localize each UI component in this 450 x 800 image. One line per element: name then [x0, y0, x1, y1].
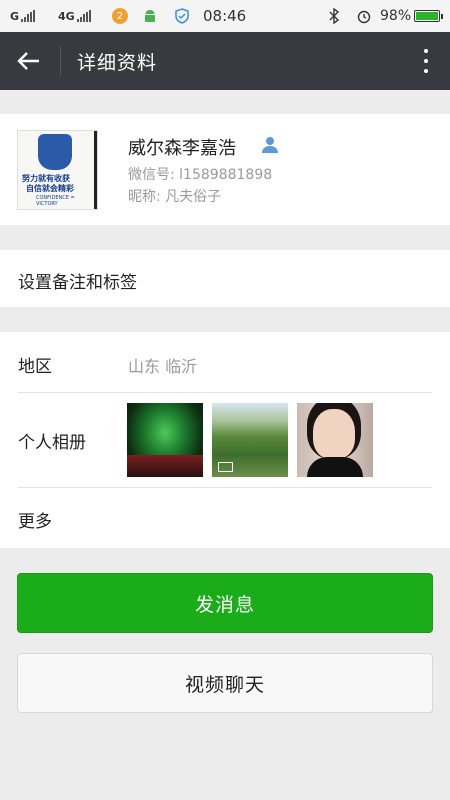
signal-sim2: 4G [58, 0, 91, 32]
title-divider [60, 46, 61, 76]
album-photo-2[interactable] [212, 403, 288, 477]
battery-icon [414, 0, 443, 32]
status-bar: G 4G 2 08:46 98% [0, 0, 450, 32]
alarm-icon [356, 0, 372, 32]
more-vertical-icon [424, 49, 428, 53]
more-label: 更多 [18, 512, 52, 532]
shield-icon [174, 0, 190, 32]
user-icon [260, 136, 280, 158]
album-label: 个人相册 [18, 433, 86, 453]
page-title: 详细资料 [77, 52, 158, 74]
battery-percent: 98% [380, 8, 412, 24]
album-photo-1[interactable] [127, 403, 203, 477]
android-icon [142, 0, 158, 32]
avatar-text-line3: CONFIDENCE = VICTORY [36, 195, 75, 207]
notification-icon: 2 [112, 0, 128, 32]
nickname: 昵称: 凡夫俗子 [128, 189, 222, 205]
notification-badge: 2 [112, 8, 128, 24]
signal-sim1: G [10, 0, 36, 32]
region-label: 地区 [18, 357, 52, 377]
title-bar: 详细资料 [0, 32, 450, 90]
wechat-id: 微信号: l1589881898 [128, 167, 273, 183]
fist-image [38, 134, 72, 170]
battery-fill [416, 12, 438, 20]
clock-time: 08:46 [203, 7, 247, 25]
avatar[interactable]: 努力就有收获 自信就会精彩 CONFIDENCE = VICTORY [17, 130, 98, 210]
avatar-edge [94, 131, 97, 209]
sim2-label: 4G [58, 9, 75, 23]
divider [18, 487, 432, 488]
set-remark-row[interactable]: 设置备注和标签 [0, 250, 450, 307]
region-value: 山东 临沂 [128, 357, 198, 376]
profile-card: 努力就有收获 自信就会精彩 CONFIDENCE = VICTORY 威尔森李嘉… [0, 114, 450, 225]
profile-name: 威尔森李嘉浩 [128, 138, 236, 159]
set-remark-label: 设置备注和标签 [18, 273, 137, 293]
signal-bars-icon [76, 10, 91, 22]
video-call-button[interactable]: 视频聊天 [17, 653, 433, 713]
video-icon [133, 462, 148, 472]
divider [18, 392, 432, 393]
more-options-button[interactable] [416, 46, 436, 76]
video-icon [218, 462, 233, 472]
signal-bars-icon [21, 10, 36, 22]
info-card: 地区 山东 临沂 个人相册 更多 [0, 332, 450, 548]
bluetooth-icon [328, 0, 340, 32]
back-arrow-icon [17, 52, 39, 70]
back-button[interactable] [12, 46, 46, 76]
album-photo-3[interactable] [297, 403, 373, 477]
avatar-text-line2: 自信就会精彩 [26, 184, 74, 193]
sim1-label: G [10, 9, 20, 23]
send-message-button[interactable]: 发消息 [17, 573, 433, 633]
